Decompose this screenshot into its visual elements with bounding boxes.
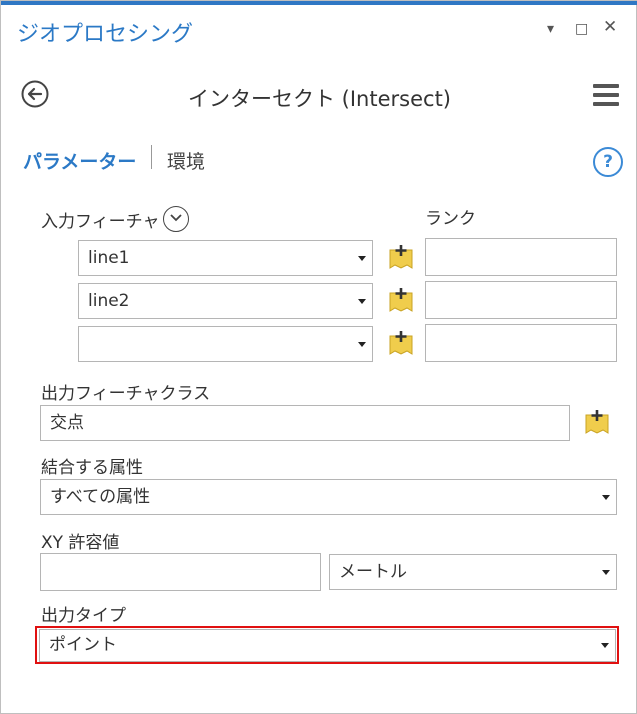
rank-label: ランク bbox=[425, 209, 476, 229]
xy-tolerance-unit-dropdown[interactable]: メートル bbox=[329, 554, 617, 590]
xy-tolerance-input[interactable] bbox=[40, 553, 321, 591]
input-feature-dropdown-2[interactable]: line2 bbox=[78, 283, 373, 319]
input-feature-dropdown-1[interactable]: line1 bbox=[78, 240, 373, 276]
help-icon[interactable]: ? bbox=[593, 147, 623, 177]
tool-title: インターセクト (Intersect) bbox=[188, 87, 451, 111]
tab-parameters[interactable]: パラメーター bbox=[23, 147, 136, 174]
input-feature-value: line1 bbox=[88, 248, 130, 268]
add-data-icon[interactable] bbox=[388, 244, 414, 270]
tab-divider bbox=[151, 145, 152, 169]
chevron-down-icon bbox=[358, 256, 366, 261]
output-feature-class-label: 出力フィーチャクラス bbox=[41, 384, 211, 404]
xy-tolerance-unit-value: メートル bbox=[339, 562, 407, 582]
rank-field-2[interactable] bbox=[425, 281, 617, 319]
join-attributes-dropdown[interactable]: すべての属性 bbox=[40, 479, 617, 515]
add-data-icon[interactable] bbox=[584, 409, 610, 435]
rank-field-3[interactable] bbox=[425, 324, 617, 362]
highlight-box bbox=[35, 626, 619, 664]
hamburger-menu-icon[interactable] bbox=[593, 84, 619, 106]
geoprocessing-pane: ジオプロセシング ▾ □ ✕ インターセクト (Intersect) パラメータ… bbox=[0, 0, 637, 714]
output-type-label: 出力タイプ bbox=[41, 606, 126, 626]
chevron-down-icon bbox=[602, 495, 610, 500]
add-data-icon[interactable] bbox=[388, 287, 414, 313]
collapse-chevron-icon[interactable] bbox=[163, 206, 189, 232]
input-features-label: 入力フィーチャ bbox=[41, 212, 160, 232]
chevron-down-icon bbox=[602, 570, 610, 575]
rank-field-1[interactable] bbox=[425, 238, 617, 276]
chevron-down-icon bbox=[358, 299, 366, 304]
maximize-icon[interactable]: □ bbox=[575, 21, 588, 37]
join-attributes-value: すべての属性 bbox=[50, 487, 151, 507]
chevron-down-icon bbox=[358, 342, 366, 347]
input-feature-value: line2 bbox=[88, 291, 130, 311]
pane-top-accent bbox=[1, 1, 637, 5]
xy-tolerance-label: XY 許容値 bbox=[41, 533, 120, 553]
output-feature-class-input[interactable]: 交点 bbox=[40, 405, 570, 441]
join-attributes-label: 結合する属性 bbox=[41, 458, 143, 478]
tab-environments[interactable]: 環境 bbox=[167, 147, 205, 174]
close-icon[interactable]: ✕ bbox=[603, 17, 617, 37]
pane-options-dropdown-icon[interactable]: ▾ bbox=[547, 21, 554, 37]
add-data-icon[interactable] bbox=[388, 330, 414, 356]
input-feature-dropdown-3[interactable] bbox=[78, 326, 373, 362]
pane-title: ジオプロセシング bbox=[17, 22, 194, 47]
